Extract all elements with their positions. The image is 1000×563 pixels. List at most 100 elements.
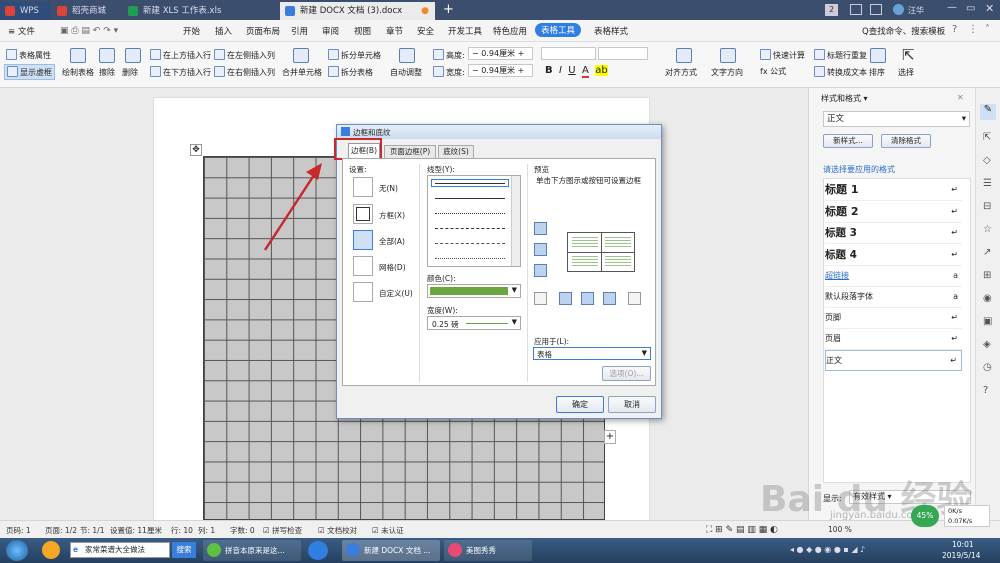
- help-circle-icon[interactable]: ?: [983, 385, 988, 396]
- select-tool-icon[interactable]: ⇱: [983, 132, 991, 143]
- start-button-icon[interactable]: [6, 540, 28, 561]
- menu-security[interactable]: 安全: [417, 25, 434, 37]
- cert-status[interactable]: ☑ 未认证: [372, 525, 404, 536]
- menu-view[interactable]: 视图: [354, 25, 371, 37]
- insert-row-above-button[interactable]: 在上方插入行: [150, 49, 211, 61]
- line-style-list[interactable]: [427, 175, 521, 267]
- cpu-badge[interactable]: 45%: [911, 505, 939, 527]
- repeat-title-row-button[interactable]: 标题行重复: [814, 49, 867, 61]
- border-inner-h-button[interactable]: [534, 243, 547, 256]
- task-meitu[interactable]: 美图秀秀: [444, 540, 532, 561]
- style-item-heading4[interactable]: 标题 4 ↵: [825, 245, 962, 266]
- setting-grid[interactable]: 网格(D): [379, 262, 406, 273]
- diagonal-up-button[interactable]: [628, 292, 641, 305]
- location-icon[interactable]: ◉: [983, 293, 992, 304]
- layout-icon[interactable]: [850, 4, 862, 15]
- tray-icons[interactable]: ◂ ● ◆ ● ◉ ● ▪ ◢ ♪: [790, 545, 865, 554]
- draw-table-button[interactable]: 绘制表格: [62, 67, 94, 78]
- minimize-icon[interactable]: —: [947, 2, 957, 13]
- adjust-icon[interactable]: ☰: [983, 178, 992, 189]
- view-mode-icons[interactable]: ⛶ ⊞ ✎ ▤ ▥ ▦ ◐: [706, 525, 778, 535]
- menu-table-style[interactable]: 表格样式: [594, 25, 628, 37]
- help-icon[interactable]: ?: [952, 24, 957, 35]
- tab-docx[interactable]: 新建 DOCX 文档 (3).docx ●: [280, 2, 435, 20]
- task-docx[interactable]: 新建 DOCX 文档 ...: [342, 540, 440, 561]
- share-icon[interactable]: ↗: [983, 247, 991, 258]
- styles-pen-icon[interactable]: ✎: [980, 104, 996, 120]
- status-words[interactable]: 字数: 0: [230, 525, 255, 536]
- style-item-footer[interactable]: 页脚 ↵: [825, 308, 962, 329]
- border-inner-v-button[interactable]: [581, 292, 594, 305]
- menu-insert[interactable]: 插入: [215, 25, 232, 37]
- panel-close-icon[interactable]: ✕: [957, 93, 964, 102]
- more-icon[interactable]: ⋮: [968, 24, 978, 35]
- limit-icon[interactable]: ⊟: [983, 201, 991, 212]
- cancel-button[interactable]: 取消: [608, 396, 656, 413]
- border-bottom-button[interactable]: [534, 264, 547, 277]
- auto-fit-button[interactable]: 自动调整: [390, 67, 422, 78]
- tab-page-border[interactable]: 页面边框(P): [384, 145, 436, 158]
- setting-custom[interactable]: 自定义(U): [379, 288, 413, 299]
- backup-icon[interactable]: ◈: [983, 339, 991, 350]
- diagonal-down-button[interactable]: [534, 292, 547, 305]
- avatar[interactable]: [893, 4, 904, 15]
- spell-check[interactable]: ☑ 拼写检查: [263, 525, 302, 536]
- setting-box[interactable]: 方框(X): [379, 210, 405, 221]
- apply-to-select[interactable]: 表格 ▼: [533, 347, 651, 360]
- setting-all-icon[interactable]: [353, 230, 373, 250]
- insert-row-below-button[interactable]: 在下方插入行: [150, 66, 211, 78]
- menu-features[interactable]: 特色应用: [493, 25, 527, 37]
- taskbar-search-button[interactable]: 搜索: [172, 542, 196, 558]
- skin-icon[interactable]: [870, 4, 882, 15]
- clear-format-button[interactable]: 清除格式: [881, 134, 931, 148]
- maximize-icon[interactable]: ▭: [966, 3, 975, 14]
- collapse-ribbon-icon[interactable]: ˄: [985, 24, 990, 35]
- formula-button[interactable]: fx 公式: [760, 66, 786, 77]
- menu-table-tools[interactable]: 表格工具: [535, 23, 582, 37]
- modified-dot-icon[interactable]: ●: [421, 2, 429, 20]
- style-item-heading3[interactable]: 标题 3 ↵: [825, 223, 962, 244]
- tab-xls[interactable]: 新建 XLS 工作表.xls: [123, 2, 278, 20]
- font-format-buttons[interactable]: B I U A ab: [545, 65, 608, 78]
- setting-grid-icon[interactable]: [353, 256, 373, 276]
- ie-taskbar-icon[interactable]: [308, 541, 328, 560]
- border-top-button[interactable]: [534, 222, 547, 235]
- merge-cells-button[interactable]: 合并单元格: [282, 67, 322, 78]
- dialog-titlebar[interactable]: 边框和底纹: [337, 125, 661, 139]
- border-left-button[interactable]: [559, 292, 572, 305]
- clock-date[interactable]: 2019/5/14: [942, 551, 980, 560]
- font-size-select[interactable]: [598, 47, 648, 60]
- style-item-default-font[interactable]: 默认段落字体 a: [825, 287, 962, 308]
- sort-button[interactable]: 排序: [869, 67, 885, 78]
- color-select[interactable]: ▼: [427, 284, 521, 298]
- style-item-body[interactable]: 正文 ↵: [825, 350, 962, 371]
- split-table-button[interactable]: 拆分表格: [328, 66, 373, 78]
- style-item-heading1[interactable]: 标题 1 ↵: [825, 180, 962, 201]
- options-button[interactable]: 选项(O)...: [602, 366, 651, 381]
- star-icon[interactable]: ☆: [983, 224, 992, 235]
- table-move-handle-icon[interactable]: ✥: [190, 144, 202, 156]
- user-name[interactable]: 汪华: [908, 5, 924, 16]
- menu-references[interactable]: 引用: [291, 25, 308, 37]
- task-pinyin[interactable]: 拼音本原来是这...: [203, 540, 301, 561]
- quick-calc-button[interactable]: 快速计算: [760, 49, 805, 61]
- erase-button[interactable]: 擦除: [99, 67, 115, 78]
- ok-button[interactable]: 确定: [556, 396, 604, 413]
- setting-none-icon[interactable]: [353, 177, 373, 197]
- font-name-select[interactable]: [541, 47, 596, 60]
- menu-file[interactable]: ≡ 文件: [8, 25, 35, 37]
- add-column-plus-icon[interactable]: +: [604, 430, 616, 444]
- window-count-badge[interactable]: 2: [825, 4, 838, 16]
- browser-360-icon[interactable]: [42, 541, 60, 559]
- select-button[interactable]: 选择: [898, 67, 914, 78]
- convert-to-text-button[interactable]: 转换成文本: [814, 66, 867, 78]
- history-icon[interactable]: ◷: [983, 362, 992, 373]
- show-gridlines-button[interactable]: 显示虚框: [4, 64, 55, 80]
- new-style-button[interactable]: 新样式...: [823, 134, 873, 148]
- align-button[interactable]: 对齐方式: [665, 67, 697, 78]
- doc-check[interactable]: ☑ 文档校对: [318, 525, 357, 536]
- translate-icon[interactable]: ⊞: [983, 270, 991, 281]
- command-search[interactable]: Q查找命令、搜索模板: [862, 25, 945, 37]
- text-direction-button[interactable]: 文字方向: [711, 67, 743, 78]
- insert-col-left-button[interactable]: 在左侧插入列: [214, 49, 275, 61]
